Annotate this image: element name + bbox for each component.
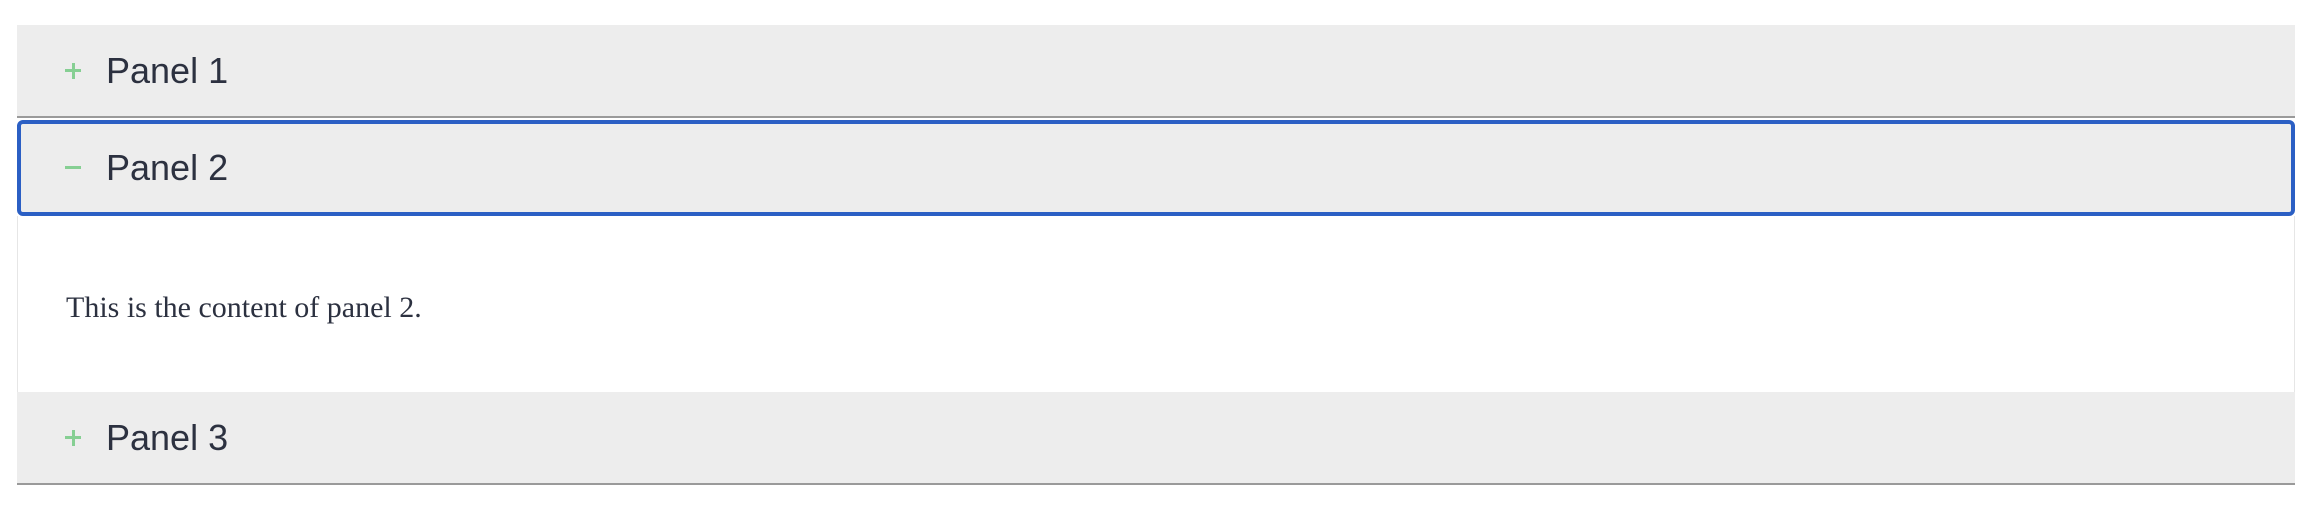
accordion: Panel 1 Panel 2 This is the content of p… (17, 25, 2295, 485)
panel-2-header[interactable]: Panel 2 (17, 120, 2295, 216)
panel-1-header[interactable]: Panel 1 (17, 25, 2295, 118)
plus-icon (61, 426, 85, 450)
panel-2-title: Panel 2 (106, 147, 229, 188)
minus-icon (61, 156, 85, 180)
panel-1-title: Panel 1 (106, 49, 229, 91)
panel-3-title: Panel 3 (106, 416, 229, 458)
panel-2-content: This is the content of panel 2. (17, 216, 2295, 392)
panel-3-header[interactable]: Panel 3 (17, 392, 2295, 485)
plus-icon (61, 59, 85, 83)
panel-2-content-text: This is the content of panel 2. (66, 291, 422, 324)
